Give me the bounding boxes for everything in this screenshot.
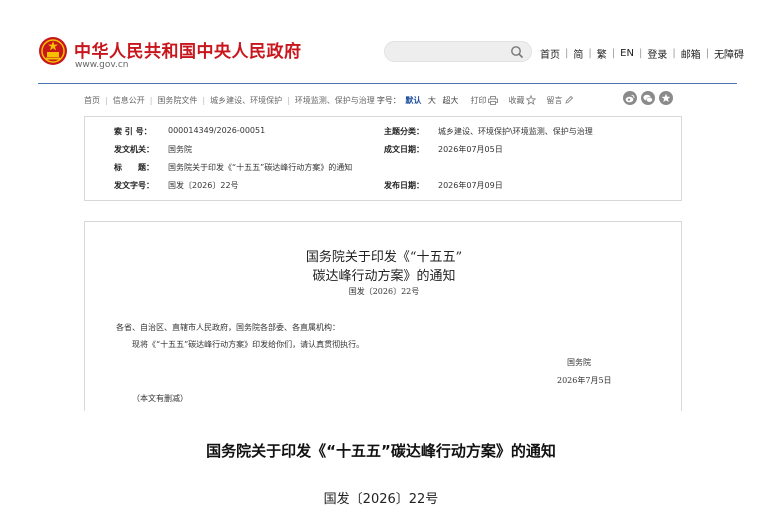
document-signature: 国务院 (567, 358, 591, 367)
doc-number-label: 发文字号： (114, 181, 154, 190)
document-addressee: 各省、自治区、直辖市人民政府，国务院各部委、各直属机构： (116, 323, 340, 332)
document-title-line1: 国务院关于印发《“十五五” (305, 250, 463, 265)
nav-divider: | (588, 48, 592, 59)
search-box (384, 41, 532, 62)
nav-accessibility[interactable]: 无障碍 (714, 46, 744, 61)
index-value: 000014349/2026-00051 (168, 126, 266, 135)
breadcrumb-state-council-docs[interactable]: 国务院文件 (157, 95, 197, 106)
nav-mail[interactable]: 邮箱 (681, 46, 701, 61)
meta-row: 发文字号： 国发〔2026〕22号 发布日期： 2026年07月09日 (85, 180, 681, 197)
nav-home[interactable]: 首页 (540, 46, 560, 61)
breadcrumb-separator: | (202, 95, 206, 105)
star-icon (526, 95, 537, 105)
breadcrumb-separator: | (287, 95, 290, 105)
nav-divider: | (638, 48, 643, 59)
wechat-icon[interactable] (641, 91, 655, 105)
national-emblem-icon[interactable] (38, 36, 68, 66)
written-date-label: 成文日期： (384, 145, 424, 154)
favorite-button[interactable]: 收藏 (508, 95, 537, 106)
nav-divider: | (565, 48, 569, 59)
document-preview: 国务院关于印发《“十五五” 碳达峰行动方案》的通知 国发〔2026〕22号 各省… (84, 221, 682, 411)
header-divider (38, 83, 737, 84)
issuer-value: 国务院 (168, 145, 192, 154)
top-nav: 首页 | 简 | 繁 | EN | 登录 | 邮箱 | 无障碍 (540, 46, 744, 61)
document-note: （本文有删减） (132, 394, 188, 403)
breadcrumb-separator: | (105, 95, 108, 105)
meta-row: 标 题： 国务院关于印发《“十五五”碳达峰行动方案》的通知 (85, 162, 681, 179)
title-value: 国务院关于印发《“十五五”碳达峰行动方案》的通知 (168, 163, 353, 172)
breadcrumb-urban-env[interactable]: 城乡建设、环境保护 (210, 95, 282, 106)
printer-icon (488, 95, 499, 105)
document-title-line2: 碳达峰行动方案》的通知 (312, 269, 456, 284)
topic-label: 主题分类： (384, 127, 424, 136)
font-size-default[interactable]: 默认 (405, 96, 421, 105)
share-icons (623, 91, 673, 105)
publish-date-label: 发布日期： (384, 181, 424, 190)
site-title[interactable]: 中华人民共和国中央人民政府 (74, 37, 302, 62)
font-size-label: 字号： (376, 95, 401, 105)
topic-value: 城乡建设、环境保护\环境监测、保护与治理 (438, 127, 593, 136)
font-size-xlarge[interactable]: 超大 (442, 96, 458, 105)
comment-label: 留言 (546, 95, 563, 105)
search-input[interactable] (395, 45, 509, 61)
nav-english[interactable]: EN (620, 48, 634, 59)
meta-row: 索 引 号： 000014349/2026-00051 主题分类： 城乡建设、环… (85, 126, 681, 143)
comment-button[interactable]: 留言 (546, 95, 574, 106)
nav-traditional[interactable]: 繁 (597, 46, 607, 61)
index-label: 索 引 号： (114, 127, 152, 136)
favorite-circle-icon[interactable] (659, 91, 673, 105)
breadcrumb: 首页 | 信息公开 | 国务院文件 | 城乡建设、环境保护 | 环境监测、保护与治理 字… (84, 93, 684, 107)
article-title: 国务院关于印发《“十五五”碳达峰行动方案》的通知 (206, 442, 556, 460)
font-size-control: 字号： 默认 大 超大 (377, 95, 461, 106)
breadcrumb-separator: | (149, 95, 153, 105)
breadcrumb-env-monitoring[interactable]: 环境监测、保护与治理 (295, 95, 375, 106)
font-size-large[interactable]: 大 (428, 96, 436, 105)
site-url: www.gov.cn (75, 60, 129, 70)
pencil-icon (565, 95, 574, 104)
search-icon[interactable] (510, 45, 524, 59)
document-body: 现将《“十五五”碳达峰行动方案》印发给你们，请认真贯彻执行。 (132, 340, 365, 349)
meta-row: 发文机关： 国务院 成文日期： 2026年07月05日 (85, 144, 681, 161)
nav-divider: | (611, 48, 616, 59)
breadcrumb-home[interactable]: 首页 (84, 95, 100, 106)
document-number: 国发〔2026〕22号 (348, 287, 420, 296)
doc-number-value: 国发〔2026〕22号 (168, 181, 239, 190)
written-date-value: 2026年07月05日 (438, 145, 503, 154)
document-date: 2026年7月5日 (557, 376, 612, 385)
site-header: 中华人民共和国中央人民政府 www.gov.cn 首页 | 简 | 繁 | EN | 登… (0, 0, 762, 84)
nav-login[interactable]: 登录 (647, 46, 667, 61)
weibo-icon[interactable] (623, 91, 637, 105)
issuer-label: 发文机关： (114, 145, 154, 154)
print-button[interactable]: 打印 (470, 95, 499, 106)
publish-date-value: 2026年07月09日 (438, 181, 503, 190)
favorite-label: 收藏 (508, 95, 525, 105)
nav-divider: | (672, 48, 676, 59)
breadcrumb-info-open[interactable]: 信息公开 (113, 95, 145, 106)
print-label: 打印 (470, 95, 487, 105)
nav-divider: | (705, 48, 710, 59)
nav-simplified[interactable]: 简 (573, 46, 583, 61)
title-label: 标 题： (114, 163, 154, 172)
document-metadata: 索 引 号： 000014349/2026-00051 主题分类： 城乡建设、环… (84, 116, 682, 201)
article-doc-number: 国发〔2026〕22号 (323, 492, 439, 507)
